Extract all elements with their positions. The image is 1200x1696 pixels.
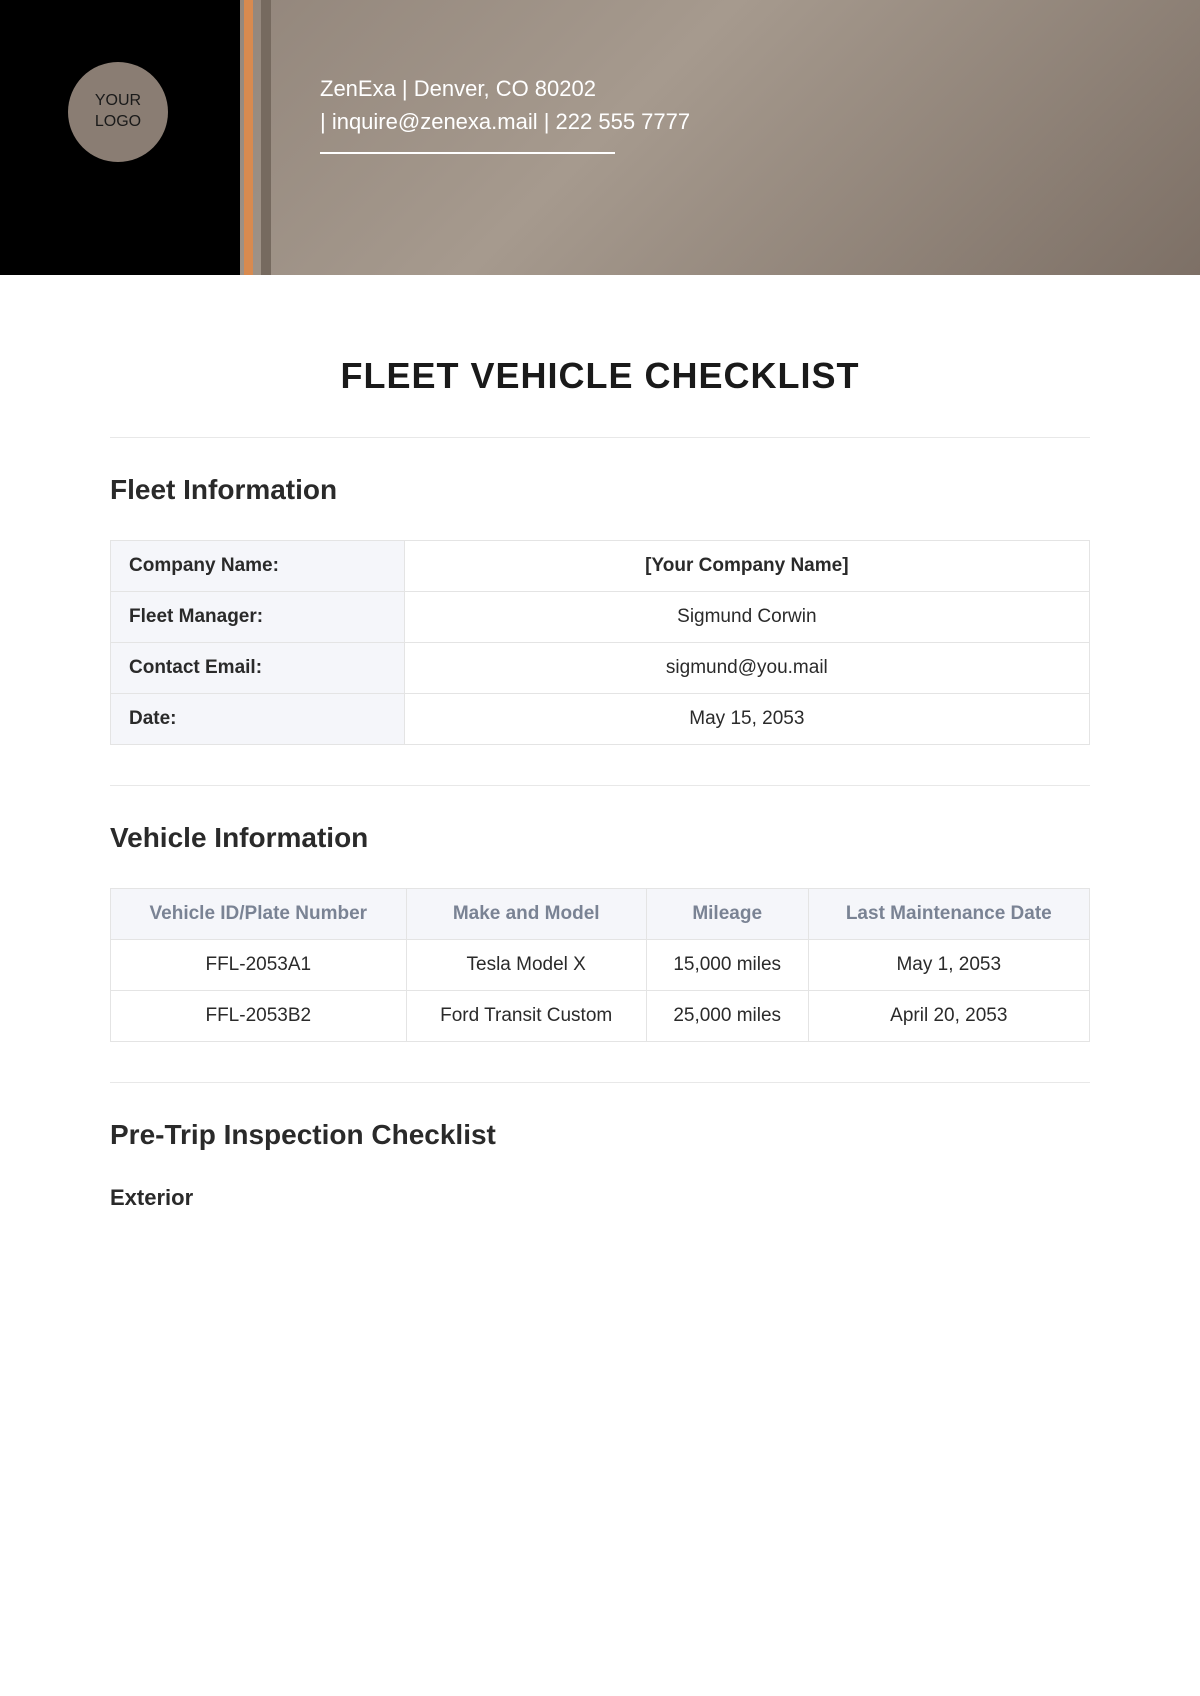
header-underline — [320, 152, 615, 154]
divider — [110, 437, 1090, 438]
cell: FFL-2053B2 — [111, 991, 407, 1042]
company-info-line1: ZenExa | Denver, CO 80202 — [320, 72, 690, 105]
cell: FFL-2053A1 — [111, 940, 407, 991]
table-row: Contact Email: sigmund@you.mail — [111, 643, 1090, 694]
table-row: Company Name: [Your Company Name] — [111, 541, 1090, 592]
table-row: FFL-2053B2 Ford Transit Custom 25,000 mi… — [111, 991, 1090, 1042]
cell: May 1, 2053 — [808, 940, 1089, 991]
col-header: Last Maintenance Date — [808, 889, 1089, 940]
logo-placeholder: YOUR LOGO — [68, 62, 168, 162]
fleet-value: May 15, 2053 — [404, 694, 1089, 745]
logo-text-line2: LOGO — [95, 112, 141, 133]
col-header: Make and Model — [406, 889, 646, 940]
logo-text-line1: YOUR — [95, 91, 141, 112]
header-company-info: ZenExa | Denver, CO 80202 | inquire@zene… — [320, 72, 690, 138]
fleet-info-heading: Fleet Information — [110, 474, 1090, 506]
fleet-label: Date: — [111, 694, 405, 745]
cell: 15,000 miles — [646, 940, 808, 991]
document-content: FLEET VEHICLE CHECKLIST Fleet Informatio… — [0, 275, 1200, 1271]
fleet-label: Contact Email: — [111, 643, 405, 694]
table-row: FFL-2053A1 Tesla Model X 15,000 miles Ma… — [111, 940, 1090, 991]
fleet-value: [Your Company Name] — [404, 541, 1089, 592]
cell: April 20, 2053 — [808, 991, 1089, 1042]
cell: Tesla Model X — [406, 940, 646, 991]
fleet-label: Company Name: — [111, 541, 405, 592]
page-title: FLEET VEHICLE CHECKLIST — [110, 355, 1090, 397]
cell: 25,000 miles — [646, 991, 808, 1042]
company-info-line2: | inquire@zenexa.mail | 222 555 7777 — [320, 105, 690, 138]
cell: Ford Transit Custom — [406, 991, 646, 1042]
checklist-heading: Pre-Trip Inspection Checklist — [110, 1119, 1090, 1151]
vehicle-info-table: Vehicle ID/Plate Number Make and Model M… — [110, 888, 1090, 1042]
vehicle-info-heading: Vehicle Information — [110, 822, 1090, 854]
divider-gray — [261, 0, 271, 275]
fleet-value: sigmund@you.mail — [404, 643, 1089, 694]
fleet-label: Fleet Manager: — [111, 592, 405, 643]
document-header: YOUR LOGO ZenExa | Denver, CO 80202 | in… — [0, 0, 1200, 275]
fleet-value: Sigmund Corwin — [404, 592, 1089, 643]
divider — [110, 785, 1090, 786]
fleet-info-table: Company Name: [Your Company Name] Fleet … — [110, 540, 1090, 745]
divider — [110, 1082, 1090, 1083]
col-header: Mileage — [646, 889, 808, 940]
checklist-subsection: Exterior — [110, 1185, 1090, 1211]
divider-orange — [244, 0, 253, 275]
col-header: Vehicle ID/Plate Number — [111, 889, 407, 940]
table-row: Fleet Manager: Sigmund Corwin — [111, 592, 1090, 643]
table-header-row: Vehicle ID/Plate Number Make and Model M… — [111, 889, 1090, 940]
table-row: Date: May 15, 2053 — [111, 694, 1090, 745]
